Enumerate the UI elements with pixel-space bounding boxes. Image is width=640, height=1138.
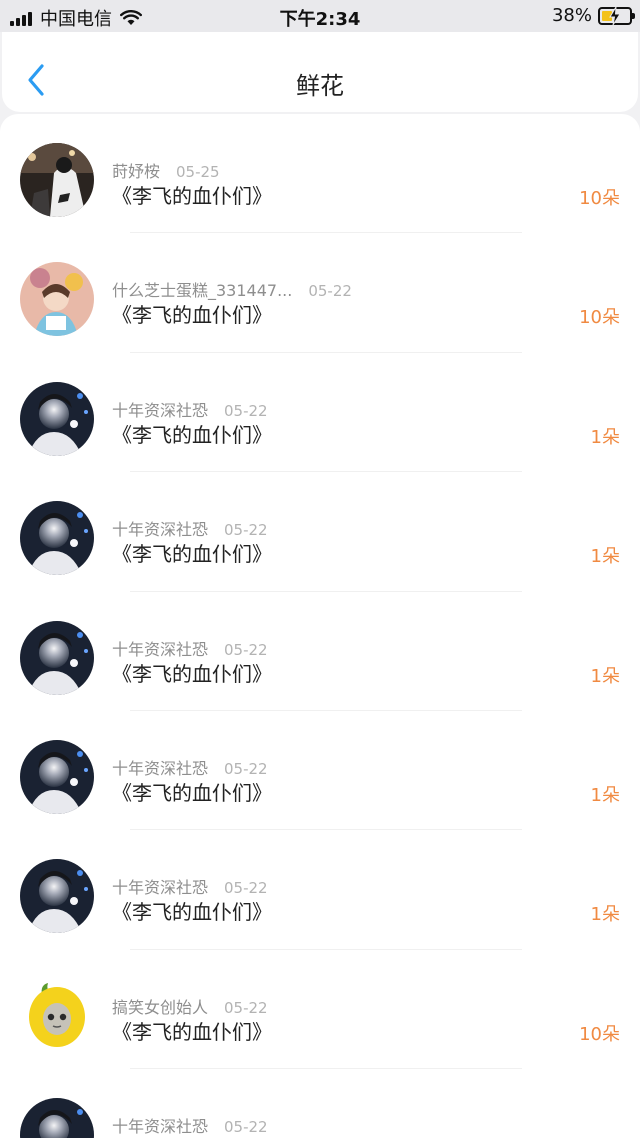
gift-date: 05-22: [224, 1118, 268, 1137]
list-item[interactable]: 十年资深社恐 05-22 《李飞的血仆们》 1朵: [0, 472, 640, 592]
avatar[interactable]: [20, 859, 94, 934]
list-item[interactable]: 十年资深社恐 05-22: [0, 1069, 640, 1138]
status-right: 38%: [551, 5, 635, 26]
gift-date: 05-22: [224, 998, 268, 1017]
name-line: 十年资深社恐 05-22: [112, 516, 268, 540]
list-item[interactable]: 十年资深社恐 05-22 《李飞的血仆们》 1朵: [0, 592, 640, 711]
list-item[interactable]: 十年资深社恐 05-22 《李飞的血仆们》 1朵: [0, 353, 640, 473]
name-line: 十年资深社恐 05-22: [112, 874, 268, 898]
book-title[interactable]: 《李飞的血仆们》: [112, 419, 272, 448]
book-title[interactable]: 《李飞的血仆们》: [112, 777, 272, 806]
list-item[interactable]: 什么芝士蛋糕_331447... 05-22 《李飞的血仆们》 10朵: [0, 233, 640, 353]
user-name[interactable]: 搞笑女创始人: [112, 998, 208, 1017]
status-time: 下午2:34: [279, 9, 361, 30]
book-title[interactable]: 《李飞的血仆们》: [112, 538, 272, 567]
avatar[interactable]: [20, 1098, 94, 1138]
gift-date: 05-22: [224, 401, 268, 420]
user-name[interactable]: 什么芝士蛋糕_331447...: [112, 281, 292, 300]
name-line: 莳妤桉 05-25: [112, 158, 220, 182]
page-title: 鲜花: [296, 72, 344, 100]
gift-date: 05-22: [224, 521, 268, 540]
user-name[interactable]: 十年资深社恐: [112, 1117, 208, 1136]
flower-count: 1朵: [590, 904, 620, 926]
flower-count: 1朵: [590, 665, 620, 687]
avatar[interactable]: [20, 620, 94, 695]
charging-bolt-icon: [609, 6, 621, 25]
name-line: 搞笑女创始人 05-22: [112, 994, 268, 1018]
gift-date: 05-22: [224, 759, 268, 778]
book-title[interactable]: 《李飞的血仆们》: [112, 180, 272, 209]
user-name[interactable]: 十年资深社恐: [112, 878, 208, 897]
avatar[interactable]: [20, 739, 94, 814]
flower-gift-list: 莳妤桉 05-25 《李飞的血仆们》 10朵 什么芝士蛋糕_331447... 05…: [0, 114, 640, 1138]
flower-count: 10朵: [579, 307, 620, 329]
flower-count: 1朵: [590, 784, 620, 806]
gift-date: 05-22: [224, 879, 268, 898]
book-title[interactable]: 《李飞的血仆们》: [112, 658, 272, 687]
user-name[interactable]: 莳妤桉: [112, 162, 160, 181]
avatar[interactable]: [20, 381, 94, 456]
user-name[interactable]: 十年资深社恐: [112, 759, 208, 778]
flower-count: 10朵: [579, 188, 620, 209]
book-title[interactable]: 《李飞的血仆们》: [112, 1016, 272, 1045]
name-line: 十年资深社恐 05-22: [112, 1113, 268, 1137]
battery-percent: 38%: [551, 5, 592, 26]
gift-date: 05-25: [176, 163, 220, 181]
list-item[interactable]: 十年资深社恐 05-22 《李飞的血仆们》 1朵: [0, 830, 640, 950]
flower-count: 1朵: [590, 426, 620, 448]
user-name[interactable]: 十年资深社恐: [112, 520, 208, 539]
flower-count: 10朵: [579, 1023, 620, 1045]
name-line: 什么芝士蛋糕_331447... 05-22: [112, 277, 352, 301]
flower-count: 1朵: [590, 546, 620, 568]
list-item[interactable]: 搞笑女创始人 05-22 《李飞的血仆们》 10朵: [0, 950, 640, 1070]
avatar[interactable]: [20, 501, 94, 576]
avatar[interactable]: [20, 262, 94, 337]
avatar[interactable]: [20, 978, 94, 1053]
gift-date: 05-22: [224, 640, 268, 659]
user-name[interactable]: 十年资深社恐: [112, 401, 208, 420]
name-line: 十年资深社恐 05-22: [112, 755, 268, 779]
name-line: 十年资深社恐 05-22: [112, 397, 268, 421]
status-bar: 中国电信 下午2:34 38%: [0, 0, 640, 32]
battery-icon: [598, 6, 635, 25]
book-title[interactable]: 《李飞的血仆们》: [112, 299, 272, 328]
user-name[interactable]: 十年资深社恐: [112, 640, 208, 659]
list-item[interactable]: 莳妤桉 05-25 《李飞的血仆们》 10朵: [0, 114, 640, 234]
nav-bar: 鲜花: [2, 32, 638, 112]
book-title[interactable]: 《李飞的血仆们》: [112, 896, 272, 925]
name-line: 十年资深社恐 05-22: [112, 636, 268, 660]
list-item[interactable]: 十年资深社恐 05-22 《李飞的血仆们》 1朵: [0, 711, 640, 831]
gift-date: 05-22: [308, 282, 352, 301]
avatar[interactable]: [20, 143, 94, 217]
